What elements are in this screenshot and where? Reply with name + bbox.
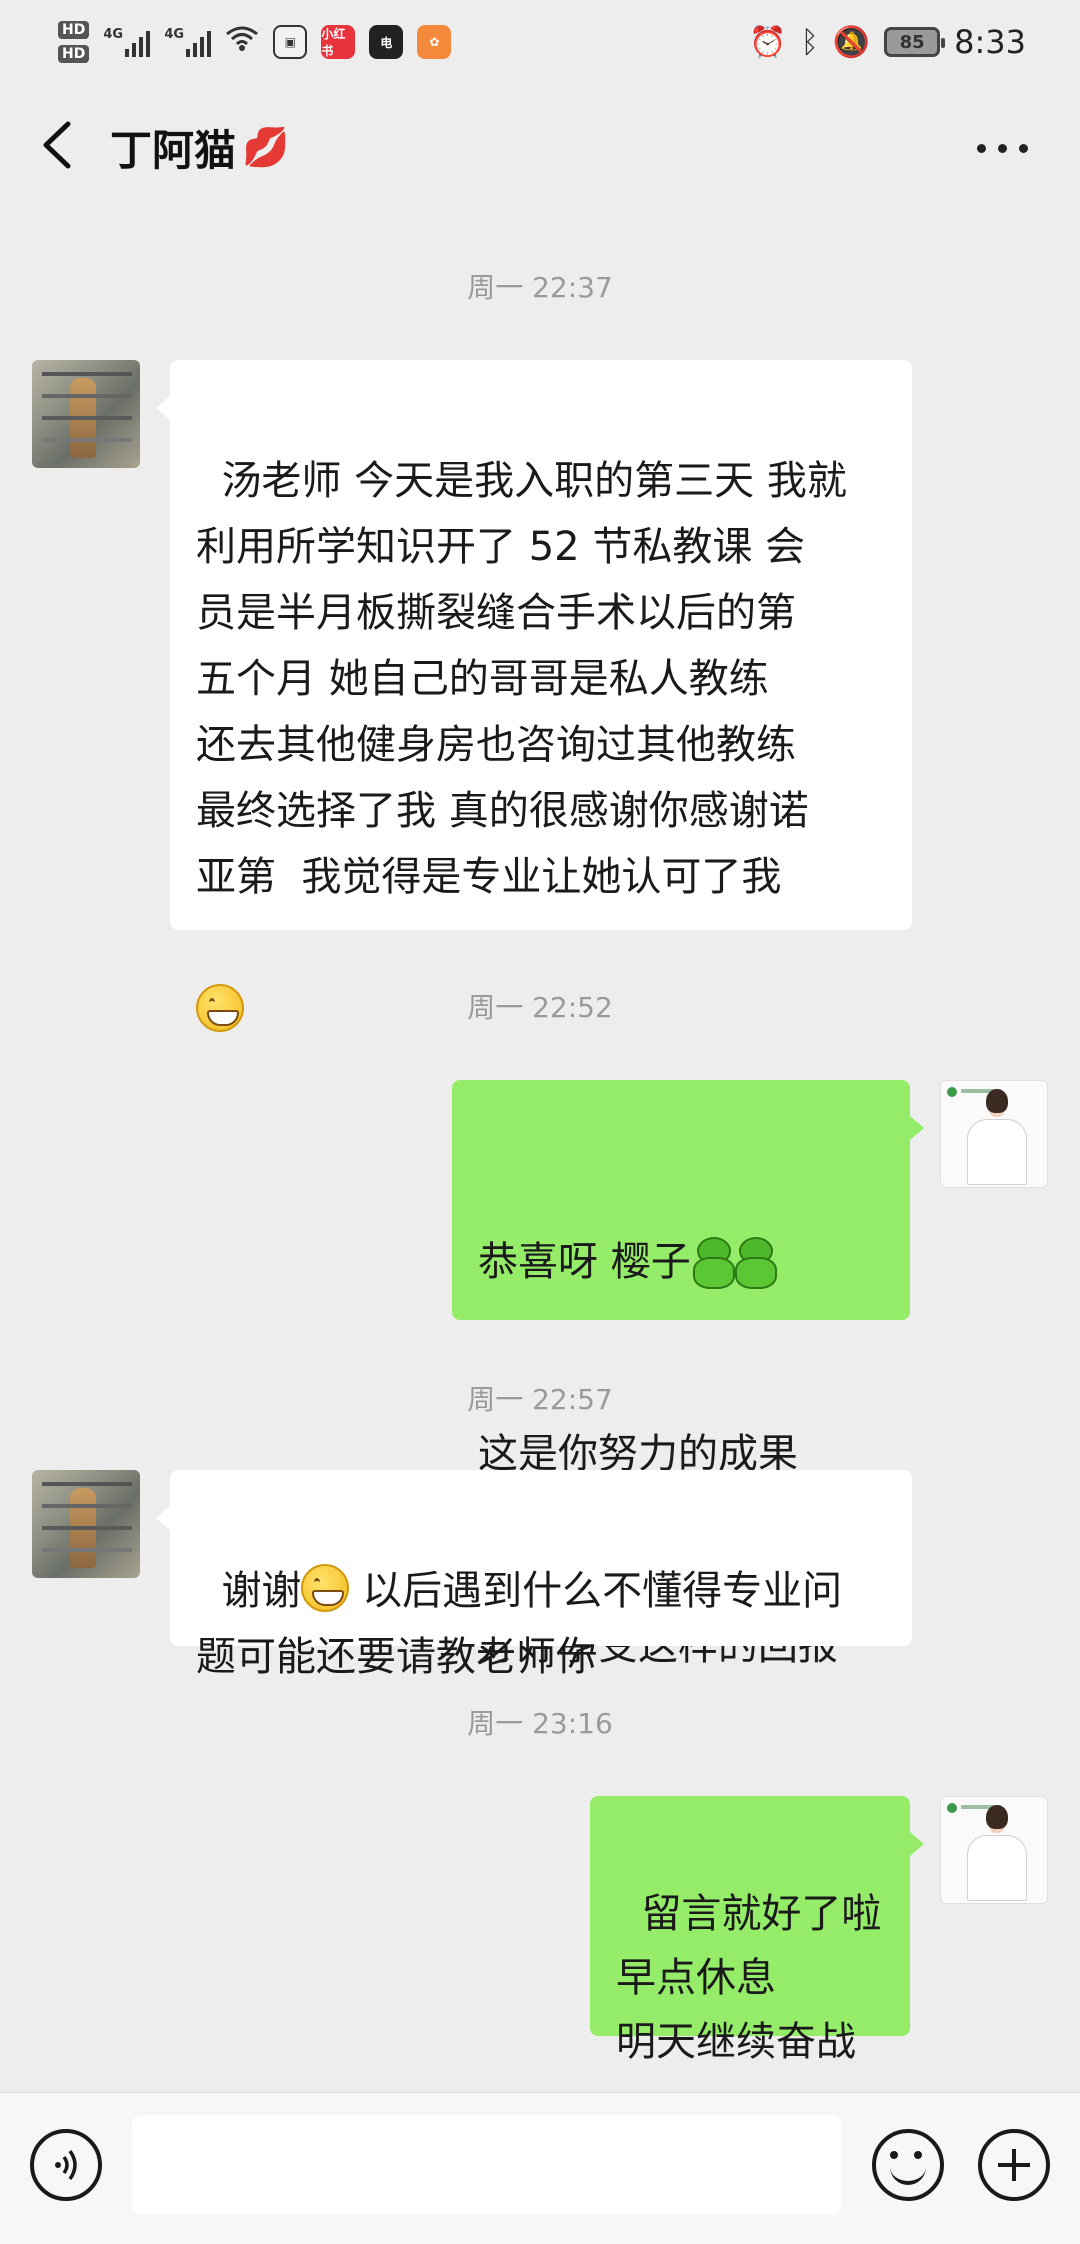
hd2-label: HD [58, 45, 90, 63]
emoji-icon[interactable] [872, 2129, 944, 2201]
contact-avatar[interactable] [32, 1470, 140, 1578]
hd1-label: HD [58, 21, 90, 39]
message-text: 汤老师 今天是我入职的第三天 我就 利用所学知识开了 52 节私教课 会 员是半… [196, 458, 847, 900]
app-orange-icon: ✿ [417, 25, 452, 59]
chick-emoji-icon [691, 1237, 735, 1289]
clock: 8:33 [954, 23, 1026, 61]
status-bar: HD HD 4G 4G ▣ 小红书 电 ✿ ⏰ ᛒ 🔕 85 8:33 [0, 0, 1080, 84]
status-right: ⏰ ᛒ 🔕 85 8:33 [749, 23, 1026, 61]
message-bubble-outgoing[interactable]: 留言就好了啦 早点休息 明天继续奋战 [590, 1796, 924, 2065]
app-icon-dian: 电 [369, 25, 404, 59]
message-bubble-outgoing[interactable]: 恭喜呀 樱子 这是你努力的成果 好好享受这样的回报 [452, 1080, 924, 1669]
back-arrow-icon[interactable] [38, 120, 78, 170]
xiaohongshu-icon: 小红书 [321, 25, 356, 59]
message-line: 恭喜呀 樱子 [478, 1230, 884, 1294]
message-text: 留言就好了啦 早点休息 明天继续奋战 [616, 1891, 882, 2065]
my-avatar[interactable] [940, 1080, 1048, 1188]
my-avatar[interactable] [940, 1796, 1048, 1904]
message-input[interactable] [132, 2115, 842, 2215]
hd-indicator: HD HD [58, 21, 90, 63]
message-timestamp: 周一 22:52 [467, 991, 613, 1024]
message-timestamp: 周一 23:16 [467, 1707, 613, 1740]
message-bubble-incoming[interactable]: 谢谢 以后遇到什么不懂得专业问 题可能还要请教老师你 [156, 1470, 912, 1680]
chick-emoji-icon [733, 1237, 777, 1289]
sig2-tag: 4G [164, 27, 185, 42]
message-bubble-incoming[interactable]: 汤老师 今天是我入职的第三天 我就 利用所学知识开了 52 节私教课 会 员是半… [156, 360, 912, 1032]
message-timestamp: 周一 22:37 [467, 271, 613, 304]
chat-header: 丁阿猫 💋 [0, 84, 1080, 206]
message-timestamp: 周一 22:57 [467, 1383, 613, 1416]
contact-avatar[interactable] [32, 360, 140, 468]
app-notification-icon: ▣ [273, 25, 308, 59]
status-left: HD HD 4G 4G ▣ 小红书 电 ✿ [58, 21, 452, 63]
voice-icon[interactable] [30, 2129, 102, 2201]
wifi-icon [225, 24, 259, 60]
chat-title: 丁阿猫 💋 [110, 117, 289, 178]
bluetooth-icon: ᛒ [800, 24, 819, 60]
input-bar [0, 2092, 1080, 2244]
contact-name: 丁阿猫 [110, 126, 237, 175]
plus-icon[interactable] [978, 2129, 1050, 2201]
more-dots-icon[interactable] [977, 144, 1028, 153]
grin-emoji-icon [301, 1564, 350, 1612]
signal-icon: 4G [164, 27, 212, 57]
alarm-icon: ⏰ [749, 24, 787, 60]
signal-icon: 4G [103, 27, 151, 57]
message-text-pre: 谢谢 [221, 1568, 302, 1614]
lips-emoji-icon: 💋 [242, 125, 290, 169]
mute-icon: 🔕 [832, 24, 871, 60]
battery-icon: 85 [884, 27, 946, 57]
sig1-tag: 4G [103, 27, 124, 42]
